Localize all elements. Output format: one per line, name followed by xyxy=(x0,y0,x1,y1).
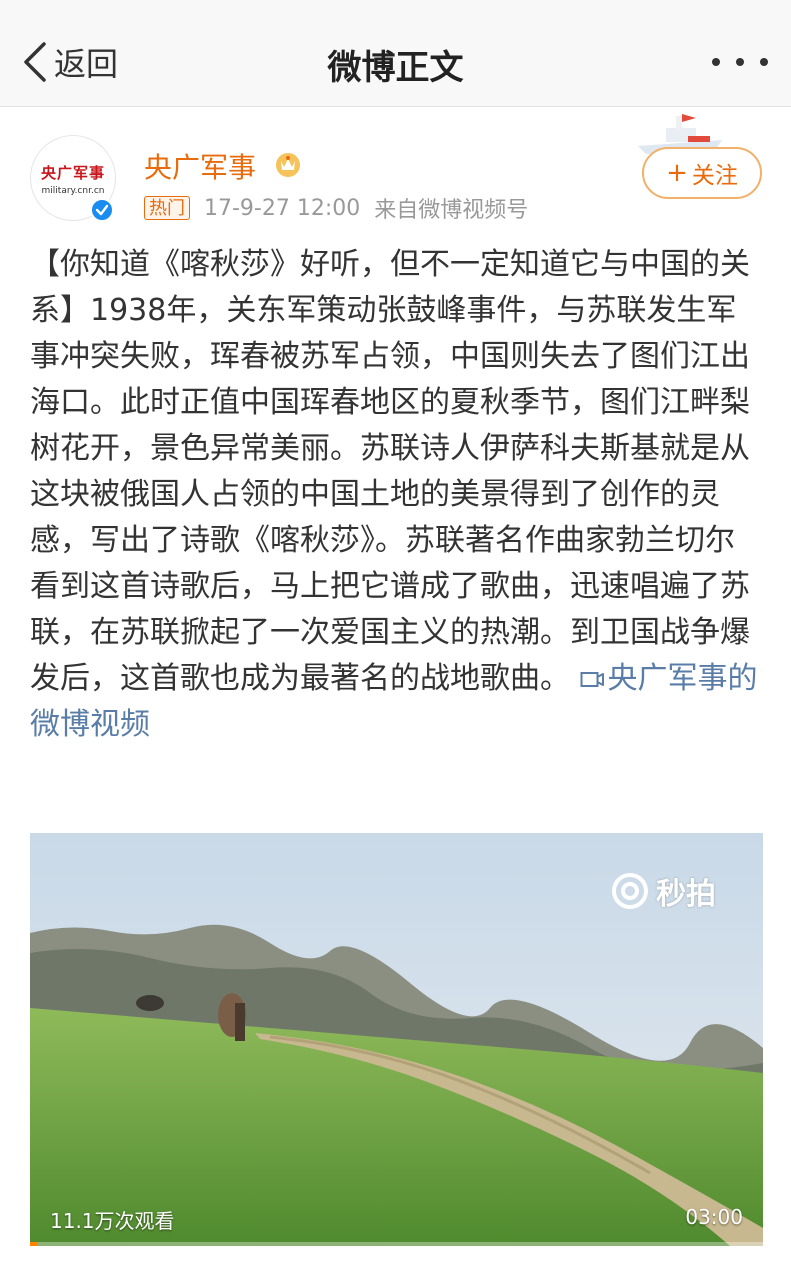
post-source[interactable]: 来自微博视频号 xyxy=(374,192,528,224)
video-player[interactable]: 秒拍 11.1万次观看 03:00 xyxy=(30,833,763,1246)
verified-icon xyxy=(90,198,114,222)
video-duration: 03:00 xyxy=(685,1205,743,1229)
watermark-label: 秒拍 xyxy=(656,877,716,912)
follow-button[interactable]: + 关注 xyxy=(642,147,762,199)
post-meta: 热门 17-9-27 12:00 来自微博视频号 xyxy=(144,192,528,224)
avatar-name-text: 央广军事 xyxy=(40,164,105,182)
follow-label: 关注 xyxy=(691,163,738,189)
hot-badge: 热门 xyxy=(144,196,190,220)
username[interactable]: 央广军事 xyxy=(144,146,256,186)
video-link-icon xyxy=(580,672,604,687)
video-progress-fill xyxy=(30,1242,38,1246)
view-count: 11.1万次观看 xyxy=(50,1209,175,1233)
top-nav-bar: 返回 微博正文 xyxy=(0,0,791,107)
post-text: 【你知道《喀秋莎》好听，但不一定知道它与中国的关系】1938年，关东军策动张鼓峰… xyxy=(30,247,750,696)
post-body: 【你知道《喀秋莎》好听，但不一定知道它与中国的关系】1938年，关东军策动张鼓峰… xyxy=(30,242,762,748)
page-title: 微博正文 xyxy=(327,48,464,88)
video-progress-track[interactable] xyxy=(30,1242,763,1246)
camera-watermark-icon xyxy=(612,873,648,909)
avatar-site-text: military.cnr.cn xyxy=(41,186,105,196)
watermark: 秒拍 xyxy=(610,869,716,913)
post-time: 17-9-27 12:00 xyxy=(204,195,361,221)
more-dots-icon[interactable] xyxy=(712,54,768,70)
member-crown-icon xyxy=(276,153,300,177)
plus-icon: + xyxy=(666,158,688,188)
